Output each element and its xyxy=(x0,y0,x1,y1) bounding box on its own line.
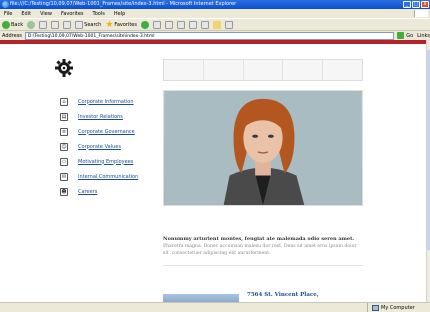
close-button[interactable]: x xyxy=(421,1,429,8)
computer-icon xyxy=(372,304,379,311)
mail-icon: ✉ xyxy=(60,172,68,181)
messenger-icon[interactable] xyxy=(225,20,233,29)
hero-photo xyxy=(163,90,363,206)
accent-bar xyxy=(0,40,426,44)
chart-icon: ▤ xyxy=(60,112,68,121)
menu-item-label[interactable]: Corporate Governance xyxy=(78,129,135,135)
side-menu-item-careers[interactable]: ☻ Careers xyxy=(60,184,138,199)
side-menu-item-corporate-information[interactable]: ⌂ Corporate Information xyxy=(60,94,138,109)
windows-logo-icon xyxy=(414,10,428,17)
stop-icon[interactable] xyxy=(39,20,48,29)
menu-item-label[interactable]: Internal Communication xyxy=(78,174,138,180)
maximize-button[interactable]: □ xyxy=(412,1,420,8)
refresh-icon[interactable] xyxy=(51,20,60,29)
headline: Nonummy arturient montes, feugiat ate ma… xyxy=(163,236,355,242)
title-bar: file:///C:/Testing/10,09,07/Web-1001_Fra… xyxy=(0,0,430,9)
nav-tab[interactable] xyxy=(164,60,204,80)
menu-file[interactable]: File xyxy=(4,11,12,17)
nav-tab[interactable] xyxy=(283,60,324,80)
forward-arrow-icon xyxy=(27,20,36,29)
web-page: ⌂ Corporate Information ▤ Investor Relat… xyxy=(0,40,426,302)
top-navigation xyxy=(163,59,363,81)
search-label: Search xyxy=(84,21,102,28)
address-label: Address xyxy=(2,32,22,39)
go-label: Go xyxy=(406,32,414,39)
minimize-button[interactable]: _ xyxy=(403,1,411,8)
menu-bar: File Edit View Favorites Tools Help xyxy=(0,9,430,18)
location-image xyxy=(163,294,239,302)
menu-item-label[interactable]: Corporate Values xyxy=(78,144,121,150)
back-arrow-icon xyxy=(2,20,10,29)
menu-tools[interactable]: Tools xyxy=(93,11,105,17)
window-title: file:///C:/Testing/10,09,07/Web-1001_Fra… xyxy=(10,1,237,7)
menu-item-label[interactable]: Corporate Information xyxy=(78,99,134,105)
nav-tab[interactable] xyxy=(323,60,362,80)
favorites-label: Favorites xyxy=(114,21,137,28)
user-icon: ☻ xyxy=(60,187,68,196)
menu-item-label[interactable]: Careers xyxy=(78,189,97,195)
menu-help[interactable]: Help xyxy=(114,11,125,17)
company-logo-icon xyxy=(55,59,73,77)
building-icon: ⌂ xyxy=(60,97,68,106)
links-button[interactable]: Links xyxy=(417,33,430,39)
side-menu-item-motivating-employees[interactable]: ▭ Motivating Employees xyxy=(60,154,138,169)
media-icon[interactable] xyxy=(141,20,149,29)
forward-button[interactable] xyxy=(27,20,36,29)
back-button[interactable]: Back xyxy=(2,20,24,29)
nav-tab[interactable] xyxy=(204,60,244,80)
side-menu-item-investor-relations[interactable]: ▤ Investor Relations xyxy=(60,109,138,124)
status-bar: My Computer xyxy=(0,302,430,312)
print-icon[interactable] xyxy=(177,20,185,29)
side-menu-item-internal-communication[interactable]: ✉ Internal Communication xyxy=(60,169,138,184)
security-zone: My Computer xyxy=(368,304,415,311)
address-title[interactable]: 7564 St. Vincent Place, xyxy=(247,292,319,298)
go-arrow-icon xyxy=(397,32,405,39)
menu-view[interactable]: View xyxy=(40,11,52,17)
window-controls: _ □ x xyxy=(403,1,429,8)
people-icon: ☺ xyxy=(60,142,68,151)
menu-edit[interactable]: Edit xyxy=(21,11,31,17)
address-input[interactable]: D:\Testing\10,09,07\Web-1001_Frames\site… xyxy=(24,31,395,40)
side-menu-item-corporate-governance[interactable]: ≡ Corporate Governance xyxy=(60,124,138,139)
side-menu-item-corporate-values[interactable]: ☺ Corporate Values xyxy=(60,139,138,154)
nav-tab[interactable] xyxy=(244,60,284,80)
side-menu: ⌂ Corporate Information ▤ Investor Relat… xyxy=(60,94,138,199)
vertical-scrollbar[interactable] xyxy=(426,40,430,302)
body-text: Pharetra magna. Donec accumsan malesu do… xyxy=(163,244,357,256)
menu-favorites[interactable]: Favorites xyxy=(61,11,84,17)
favorites-button[interactable]: ★ Favorites xyxy=(105,19,137,30)
menu-item-label[interactable]: Investor Relations xyxy=(78,114,123,120)
briefcase-icon: ▭ xyxy=(60,157,68,166)
favorites-star-icon: ★ xyxy=(105,19,114,30)
menu-item-label[interactable]: Motivating Employees xyxy=(78,159,133,165)
discuss-icon[interactable] xyxy=(201,20,209,29)
home-icon[interactable] xyxy=(63,20,72,29)
document-icon: ≡ xyxy=(60,127,68,136)
ie-icon xyxy=(2,1,9,8)
search-button[interactable]: Search xyxy=(75,20,102,29)
divider xyxy=(163,265,363,266)
status-text xyxy=(0,302,368,312)
address-bar: Address D:\Testing\10,09,07\Web-1001_Fra… xyxy=(0,30,430,40)
edit-icon[interactable] xyxy=(189,20,197,29)
search-icon xyxy=(75,20,84,29)
back-label: Back xyxy=(11,21,24,28)
zone-label: My Computer xyxy=(381,304,415,311)
mail-icon[interactable] xyxy=(165,20,173,29)
history-icon[interactable] xyxy=(153,20,161,29)
folder-icon[interactable] xyxy=(213,20,221,29)
toolbar: Back Search ★ Favorites xyxy=(0,18,430,30)
go-button[interactable]: Go xyxy=(397,32,413,39)
